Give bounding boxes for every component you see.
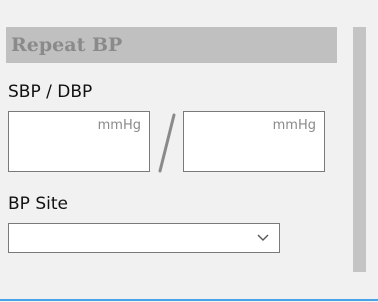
chevron-down-icon[interactable] xyxy=(257,234,269,242)
dbp-input[interactable]: mmHg xyxy=(183,111,325,172)
bp-site-select[interactable] xyxy=(8,223,280,253)
vertical-scrollbar[interactable] xyxy=(353,27,366,272)
dbp-unit-label: mmHg xyxy=(272,118,316,133)
sbp-input[interactable]: mmHg xyxy=(8,111,150,172)
section-header-repeat-bp: Repeat BP xyxy=(6,27,337,63)
sbp-unit-label: mmHg xyxy=(97,118,141,133)
bp-separator-slash xyxy=(158,113,176,173)
bp-site-label: BP Site xyxy=(8,194,68,214)
bottom-accent-line xyxy=(0,299,378,301)
sbp-dbp-label: SBP / DBP xyxy=(8,82,93,102)
